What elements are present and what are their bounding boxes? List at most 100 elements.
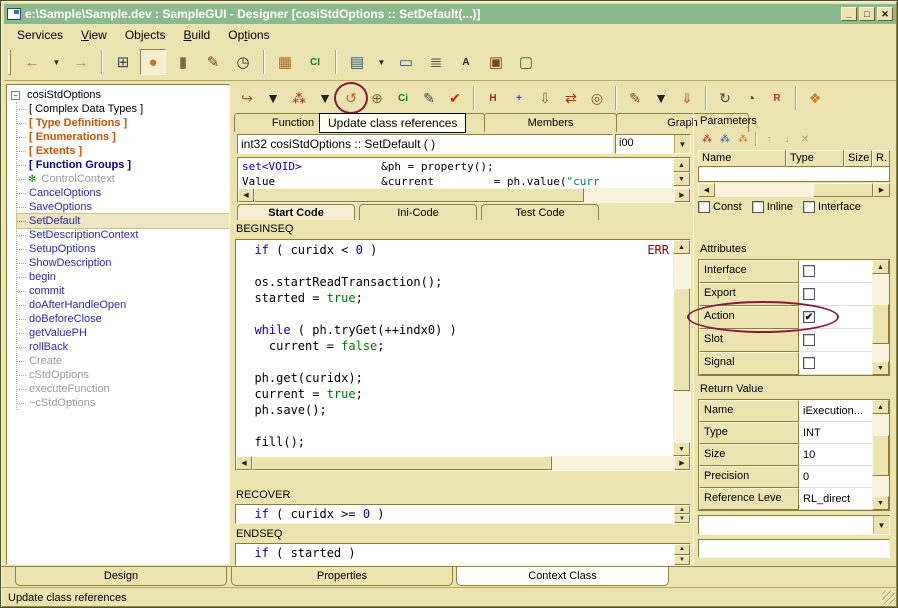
scroll-left-icon[interactable]: ◀ — [236, 456, 252, 470]
new-function-dropdown[interactable]: ▼ — [313, 86, 337, 110]
update-table-button[interactable]: ⇄ — [559, 86, 583, 110]
tree-item[interactable]: ~cStdOptions — [17, 396, 229, 410]
tree-item[interactable]: [ Extents ] — [17, 144, 229, 158]
scroll-right-icon[interactable]: ▶ — [674, 188, 690, 202]
tree-item[interactable]: SetDescriptionContext — [17, 228, 229, 242]
scroll-left-icon[interactable]: ◀ — [698, 183, 715, 197]
tree-item[interactable]: [ Complex Data Types ] — [17, 102, 229, 116]
table-view-dropdown[interactable]: ▼ — [374, 49, 389, 75]
tab-ini-code[interactable]: Ini-Code — [359, 204, 477, 220]
forward-button[interactable]: → — [68, 49, 94, 75]
beginseq-code[interactable]: if ( curidx < 0 )ERR os.startReadTransac… — [236, 240, 673, 456]
return-value-cell[interactable]: 10 — [799, 444, 872, 466]
calculator-button[interactable]: ≣ — [423, 49, 449, 75]
view-tab-properties[interactable]: Properties — [231, 567, 453, 586]
tree-item[interactable]: doAfterHandleOpen — [17, 298, 229, 312]
tree-item[interactable]: doBeforeClose — [17, 312, 229, 326]
header-function-button[interactable]: H — [481, 86, 505, 110]
const-checkbox[interactable] — [698, 201, 710, 213]
scrollbar-thumb[interactable] — [252, 456, 552, 470]
column-header-size[interactable]: Size — [844, 150, 872, 167]
view-tab-design[interactable]: Design — [15, 567, 227, 586]
tree-item[interactable]: SaveOptions — [17, 200, 229, 214]
clock-button[interactable]: ◷ — [230, 49, 256, 75]
export-checkbox[interactable] — [803, 288, 815, 300]
tree-item[interactable]: getValuePH — [17, 326, 229, 340]
declaration-preview[interactable]: set<VOID> &ph = property();Value &curren… — [237, 157, 691, 203]
resize-grip[interactable] — [882, 591, 895, 604]
column-header-type[interactable]: Type — [786, 150, 844, 167]
edit-code-dropdown[interactable]: ▼ — [649, 86, 673, 110]
scrollbar-thumb[interactable] — [254, 188, 584, 202]
recover-editor[interactable]: if ( curidx >= 0 ) ▲ ▼ — [235, 504, 691, 524]
tree-item[interactable]: [ Function Groups ] — [17, 158, 229, 172]
preview-hscrollbar[interactable]: ◀ ▶ — [238, 188, 690, 202]
refactor-button[interactable]: R — [765, 86, 789, 110]
view-tab-context-class[interactable]: Context Class — [456, 567, 669, 586]
insert-parameter-button[interactable]: ⁂ — [716, 131, 734, 147]
class-tree[interactable]: −cosiStdOptions[ Complex Data Types ][ T… — [6, 84, 230, 565]
tree-item[interactable]: commit — [17, 284, 229, 298]
scrollbar-thumb[interactable] — [872, 304, 889, 343]
tree-item[interactable]: SetupOptions — [17, 242, 229, 256]
maximize-button[interactable]: □ — [859, 7, 875, 21]
tree-item[interactable]: executeFunction — [17, 382, 229, 396]
graph-node-button[interactable]: ❖ — [803, 86, 827, 110]
scrollbar-thumb[interactable] — [673, 288, 690, 391]
beginseq-editor[interactable]: if ( curidx < 0 )ERR os.startReadTransac… — [235, 239, 691, 471]
open-class-dropdown[interactable]: ▼ — [261, 86, 285, 110]
scroll-down-icon[interactable]: ▼ — [673, 172, 690, 186]
scroll-right-icon[interactable]: ▶ — [674, 456, 690, 470]
tab-members[interactable]: Members — [484, 113, 617, 132]
table-view-button[interactable]: ▤ — [344, 49, 370, 75]
attributes-vscrollbar[interactable]: ▲ ▼ — [872, 260, 889, 375]
scroll-down-icon[interactable]: ▼ — [872, 496, 889, 510]
printer-button[interactable]: ▭ — [393, 49, 419, 75]
add-function-button[interactable]: + — [507, 86, 531, 110]
tree-item[interactable]: rollBack — [17, 340, 229, 354]
context-field[interactable] — [698, 539, 890, 558]
copy-parameter-button[interactable]: ⁂ — [734, 131, 752, 147]
interface-checkbox[interactable] — [803, 265, 815, 277]
back-history-dropdown[interactable]: ▼ — [49, 49, 64, 75]
class-interface-button[interactable]: CI — [302, 49, 328, 75]
open-class-button[interactable]: ↪ — [235, 86, 259, 110]
action-checkbox[interactable]: ✔ — [803, 311, 815, 323]
menu-item-options[interactable]: Options — [219, 27, 278, 43]
chevron-down-icon[interactable]: ▼ — [674, 135, 690, 153]
save-class-button[interactable]: ✔ — [443, 86, 467, 110]
scroll-up-icon[interactable]: ▲ — [872, 260, 889, 274]
return-value-cell[interactable]: 0 — [799, 466, 872, 488]
sync-button[interactable]: ↻ — [713, 86, 737, 110]
return-value-cell[interactable]: RL_direct — [799, 488, 872, 510]
edit-document-button[interactable]: ✎ — [200, 49, 226, 75]
image-button[interactable]: ▣ — [483, 49, 509, 75]
tree-item[interactable]: cStdOptions — [17, 368, 229, 382]
return-vscrollbar[interactable]: ▲ ▼ — [872, 400, 889, 510]
tree-item[interactable]: ✻ControlContext — [17, 172, 229, 186]
inline-checkbox[interactable] — [752, 201, 764, 213]
tab-test-code[interactable]: Test Code — [481, 204, 599, 220]
parameters-hscrollbar[interactable]: ◀ ▶ — [698, 183, 890, 197]
move-up-button[interactable]: ↑ — [760, 131, 778, 147]
return-value-cell[interactable]: INT — [799, 422, 872, 444]
scroll-right-icon[interactable]: ▶ — [873, 183, 890, 197]
chevron-down-icon[interactable]: ▼ — [873, 516, 889, 534]
column-header-r[interactable]: R. — [872, 150, 890, 167]
spin-up-icon[interactable]: ▲ — [674, 544, 690, 555]
scrollbar-thumb[interactable] — [872, 435, 889, 476]
endseq-spinner[interactable]: ▲ ▼ — [674, 544, 690, 565]
scrollbar-thumb[interactable] — [813, 183, 873, 197]
declaration-code[interactable]: set<VOID> &ph = property();Value &curren… — [238, 158, 673, 188]
move-down-button[interactable]: ↓ — [778, 131, 796, 147]
edit-code-button[interactable]: ✎ — [623, 86, 647, 110]
form-editor-button[interactable]: ▢ — [513, 49, 539, 75]
instance-combo[interactable]: i00 ▼ — [615, 134, 691, 154]
add-parameter-button[interactable]: ⁂ — [698, 131, 716, 147]
recover-spinner[interactable]: ▲ ▼ — [674, 505, 690, 523]
tree-item[interactable]: CancelOptions — [17, 186, 229, 200]
new-class-button[interactable]: Ci — [391, 86, 415, 110]
toolbar-grip[interactable] — [8, 49, 11, 75]
object-tree-button[interactable]: ⊞ — [110, 49, 136, 75]
slot-checkbox[interactable] — [803, 334, 815, 346]
